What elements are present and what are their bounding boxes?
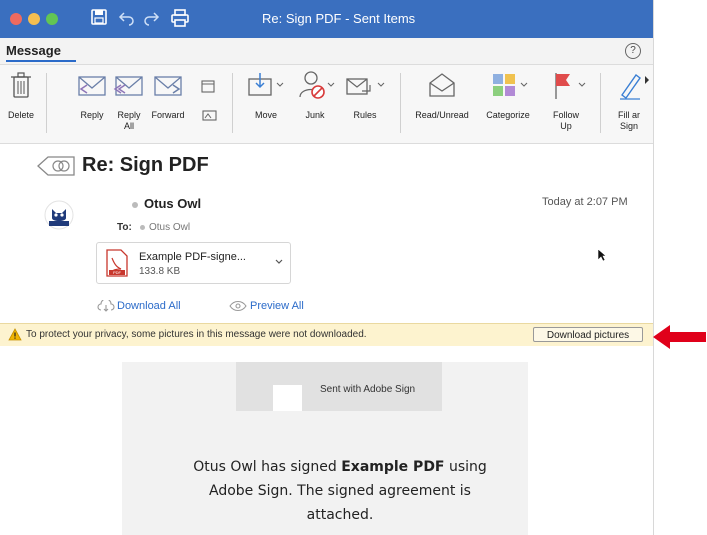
ribbon-divider — [400, 73, 401, 133]
cloud-download-icon — [97, 298, 115, 312]
privacy-warning-bar: To protect your privacy, some pictures i… — [0, 323, 653, 347]
help-icon[interactable]: ? — [625, 43, 641, 59]
subject-row: Re: Sign PDF — [0, 146, 653, 186]
redo-icon[interactable] — [142, 8, 160, 31]
junk-label: Junk — [305, 110, 325, 120]
move-icon — [248, 73, 284, 96]
download-all-link[interactable]: Download All — [97, 298, 181, 312]
minimize-window-button[interactable] — [28, 13, 40, 25]
title-bar: Re: Sign PDF - Sent Items — [0, 0, 653, 38]
ribbon-divider — [600, 73, 601, 133]
mouse-cursor — [597, 248, 607, 262]
recipient[interactable]: Otus Owl — [140, 222, 190, 233]
warning-icon — [8, 328, 22, 341]
move-button[interactable]: Move — [246, 65, 286, 141]
forward-label: Forward — [151, 110, 185, 120]
pen-icon — [620, 74, 641, 100]
zoom-window-button[interactable] — [46, 13, 58, 25]
reply-icon — [78, 76, 106, 96]
ribbon-overflow-icon[interactable] — [643, 75, 651, 85]
message-subject: Re: Sign PDF — [82, 154, 209, 176]
categorize-label: Categorize — [486, 110, 530, 120]
trash-icon — [11, 72, 31, 98]
rules-icon — [346, 78, 385, 95]
categorize-button[interactable]: Categorize — [480, 65, 536, 141]
follow-up-button[interactable]: Follow Up — [540, 65, 592, 141]
preview-all-link[interactable]: Preview All — [228, 300, 304, 312]
rules-label: Rules — [353, 110, 377, 120]
window-title: Re: Sign PDF - Sent Items — [262, 11, 416, 26]
to-label: To: — [117, 222, 132, 233]
delete-button[interactable]: Delete — [4, 65, 38, 141]
svg-text:PDF: PDF — [113, 270, 122, 275]
avatar — [44, 200, 74, 230]
categorize-icon — [493, 74, 528, 96]
tab-active-indicator — [6, 60, 76, 62]
mail-window: Re: Sign PDF - Sent Items Message ? Dele… — [0, 0, 654, 535]
status-dot — [132, 201, 138, 208]
eye-icon — [229, 301, 247, 312]
missing-image-placeholder — [273, 385, 302, 411]
reply-label: Reply — [80, 110, 104, 120]
message-time: Today at 2:07 PM — [542, 196, 628, 208]
reply-all-label: Reply All — [117, 110, 141, 131]
junk-icon — [299, 71, 335, 99]
envelope-open-icon — [429, 73, 455, 97]
tab-message[interactable]: Message — [6, 43, 61, 58]
close-window-button[interactable] — [10, 13, 22, 25]
read-unread-label: Read/Unread — [415, 110, 469, 120]
ribbon-divider — [46, 73, 47, 133]
fill-and-sign-button[interactable]: Fill ar Sign — [612, 65, 646, 141]
follow-up-label: Follow Up — [552, 110, 579, 131]
fill-and-sign-label: Fill ar Sign — [618, 110, 640, 131]
print-icon[interactable] — [170, 8, 190, 33]
save-icon[interactable] — [90, 8, 108, 31]
more-respond-button[interactable] — [196, 65, 220, 141]
flag-icon — [555, 73, 586, 99]
download-pictures-button[interactable]: Download pictures — [533, 327, 643, 342]
banner-text: Sent with Adobe Sign — [320, 384, 416, 395]
chevron-down-icon[interactable] — [275, 259, 283, 265]
signed-message-text: Otus Owl has signed Example PDF using Ad… — [193, 459, 487, 523]
status-dot — [140, 224, 145, 230]
junk-button[interactable]: Junk — [294, 65, 336, 141]
reply-button[interactable]: Reply — [74, 65, 110, 141]
reply-all-button[interactable]: Reply All — [111, 65, 147, 141]
pdf-icon: PDF — [106, 249, 128, 277]
privacy-warning-text: To protect your privacy, some pictures i… — [26, 329, 367, 340]
red-arrow-icon — [653, 325, 706, 349]
sender-name[interactable]: Otus Owl — [132, 196, 201, 211]
back-arrow-icon[interactable] — [36, 154, 76, 178]
undo-icon[interactable] — [118, 8, 136, 31]
ribbon-toolbar: Delete Reply ReplyAll Forward Move Junk — [0, 65, 653, 144]
more-respond-icon — [201, 80, 217, 121]
attachment-name: Example PDF-signe... — [139, 251, 246, 263]
delete-label: Delete — [7, 110, 34, 120]
move-label: Move — [254, 110, 277, 120]
forward-icon — [154, 76, 182, 96]
ribbon-divider — [232, 73, 233, 133]
attachment-card[interactable]: PDF Example PDF-signe... 133.8 KB — [96, 242, 291, 284]
reply-all-icon — [113, 76, 143, 96]
rules-button[interactable]: Rules — [342, 65, 388, 141]
ribbon-tab-row: Message ? — [0, 38, 653, 65]
forward-button[interactable]: Forward — [148, 65, 188, 141]
read-unread-button[interactable]: Read/Unread — [410, 65, 474, 141]
attachment-size: 133.8 KB — [139, 266, 181, 277]
